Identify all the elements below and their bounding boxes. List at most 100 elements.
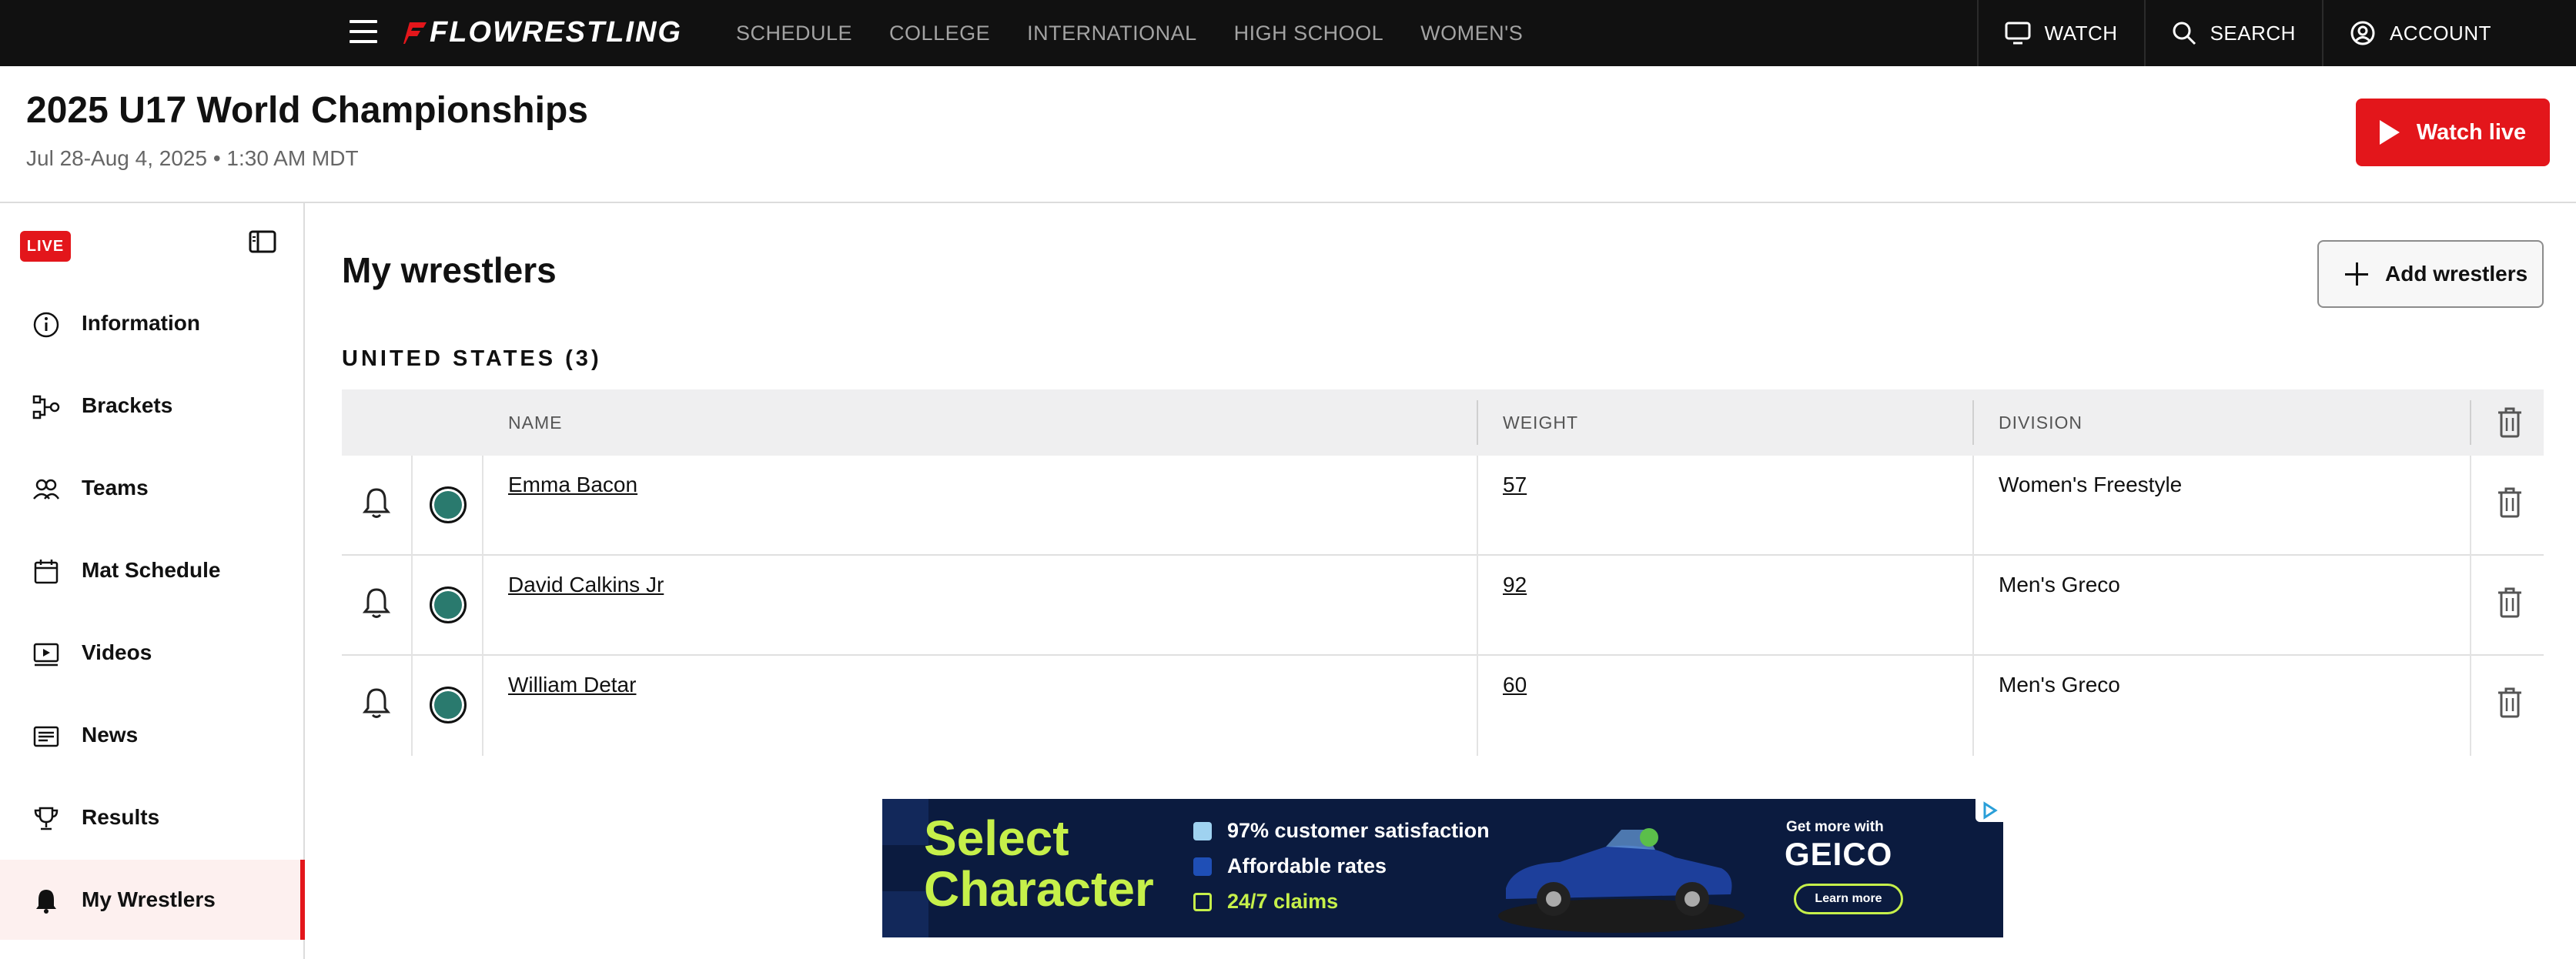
status-dot	[430, 687, 467, 723]
info-icon	[33, 312, 59, 338]
trophy-icon	[34, 807, 59, 830]
event-header: 2025 U17 World Championships Jul 28-Aug …	[0, 66, 2576, 203]
ad-choices-icon[interactable]	[1975, 799, 2003, 822]
cell-divider	[2470, 556, 2471, 656]
add-wrestlers-button[interactable]: Add wrestlers	[2317, 240, 2544, 308]
delete-all-icon[interactable]	[2496, 406, 2524, 439]
cell-divider	[1477, 456, 1478, 556]
nav-link-womens[interactable]: WOMEN'S	[1420, 22, 1523, 45]
tv-icon	[2005, 22, 2031, 45]
column-divider	[1477, 400, 1478, 445]
cell-divider	[411, 456, 413, 556]
cell-divider	[411, 556, 413, 656]
nav-link-college[interactable]: COLLEGE	[889, 22, 990, 45]
division-text: Men's Greco	[1999, 673, 2120, 697]
brackets-icon	[32, 395, 60, 419]
page-title: My wrestlers	[342, 250, 557, 290]
status-dot	[430, 586, 467, 623]
sidebar-item-brackets[interactable]: Brackets	[0, 366, 303, 446]
sidebar-item-mat-schedule[interactable]: Mat Schedule	[0, 530, 303, 610]
table-row: David Calkins Jr 92 Men's Greco	[342, 556, 2544, 656]
ad-decoration	[882, 891, 928, 937]
table-row: William Detar 60 Men's Greco	[342, 656, 2544, 756]
nav-link-schedule[interactable]: SCHEDULE	[736, 22, 852, 45]
bell-icon[interactable]	[360, 486, 393, 520]
sidebar-item-label: My Wrestlers	[82, 887, 216, 911]
menu-icon[interactable]	[348, 20, 379, 46]
weight-link[interactable]: 57	[1503, 473, 1527, 497]
sidebar-item-information[interactable]: Information	[0, 283, 303, 363]
event-title: 2025 U17 World Championships	[26, 90, 588, 131]
cell-divider	[1972, 656, 1974, 756]
account-button[interactable]: ACCOUNT	[2321, 0, 2576, 66]
flowrestling-logo[interactable]: FLOWRESTLING	[403, 11, 682, 54]
video-icon	[33, 643, 59, 667]
column-divider	[1972, 400, 1974, 445]
live-badge: LIVE	[20, 231, 71, 262]
plus-icon	[2345, 262, 2368, 286]
cell-divider	[1477, 656, 1478, 756]
nav-link-high-school[interactable]: HIGH SCHOOL	[1234, 22, 1384, 45]
account-label: ACCOUNT	[2389, 21, 2491, 45]
top-navigation: FLOWRESTLING SCHEDULE COLLEGE INTERNATIO…	[0, 0, 2576, 66]
calendar-icon	[34, 560, 59, 584]
stopwatch-icon	[1193, 892, 1212, 911]
news-icon	[33, 726, 59, 747]
column-divider	[2470, 400, 2471, 445]
ad-bullet: Affordable rates	[1193, 854, 1387, 878]
ad-bullet-text: Affordable rates	[1227, 854, 1387, 877]
sidebar-item-label: Brackets	[82, 393, 173, 417]
weight-link[interactable]: 92	[1503, 573, 1527, 597]
car-illustration	[1498, 828, 1745, 933]
sidebar-item-label: Results	[82, 805, 160, 829]
trash-icon[interactable]	[2496, 687, 2524, 719]
flo-logo-mark-icon	[403, 22, 427, 44]
wrestler-name-link[interactable]: David Calkins Jr	[508, 573, 664, 597]
bell-icon[interactable]	[360, 687, 393, 720]
table-header: NAME WEIGHT DIVISION	[342, 389, 2544, 456]
ad-banner[interactable]: Select Character 97% customer satisfacti…	[882, 799, 2003, 937]
country-heading: UNITED STATES (3)	[342, 346, 602, 371]
search-label: SEARCH	[2210, 21, 2296, 45]
ad-headline-line-1: Select	[924, 810, 1069, 866]
main-nav-links: SCHEDULE COLLEGE INTERNATIONAL HIGH SCHO…	[736, 0, 1560, 66]
cell-divider	[482, 456, 483, 556]
sidebar-item-videos[interactable]: Videos	[0, 613, 303, 693]
watch-live-button[interactable]: Watch live	[2356, 99, 2550, 166]
collapse-sidebar-icon[interactable]	[248, 229, 277, 254]
cell-divider	[482, 556, 483, 656]
bell-icon[interactable]	[360, 586, 393, 620]
watch-live-label: Watch live	[2416, 119, 2527, 145]
ad-bullet-text: 24/7 claims	[1227, 890, 1339, 913]
bell-filled-icon	[36, 890, 56, 914]
geico-logo: GEICO	[1785, 836, 1893, 872]
search-button[interactable]: SEARCH	[2143, 0, 2322, 66]
ad-tagline: Get more with	[1786, 819, 1884, 835]
event-sidebar: LIVE Information Brackets Teams Mat Sche…	[0, 203, 305, 959]
search-icon	[2173, 22, 2196, 45]
sidebar-item-results[interactable]: Results	[0, 777, 303, 857]
sidebar-item-news[interactable]: News	[0, 695, 303, 775]
sidebar-item-label: News	[82, 723, 139, 747]
nav-actions: WATCH SEARCH ACCOUNT	[1976, 0, 2576, 66]
active-indicator	[300, 860, 305, 940]
wrestler-name-link[interactable]: William Detar	[508, 673, 636, 697]
division-text: Women's Freestyle	[1999, 473, 2183, 496]
teams-icon	[33, 479, 60, 500]
sidebar-item-my-wrestlers[interactable]: My Wrestlers	[0, 860, 305, 940]
watch-button[interactable]: WATCH	[1976, 0, 2144, 66]
sidebar-item-label: Teams	[82, 476, 149, 500]
sidebar-item-teams[interactable]: Teams	[0, 448, 303, 528]
logo-text: FLOWRESTLING	[430, 15, 682, 48]
nav-link-international[interactable]: INTERNATIONAL	[1027, 22, 1197, 45]
weight-link[interactable]: 60	[1503, 673, 1527, 697]
column-header-name[interactable]: NAME	[508, 389, 562, 456]
add-wrestlers-label: Add wrestlers	[2385, 262, 2528, 286]
trash-icon[interactable]	[2496, 486, 2524, 519]
column-header-division[interactable]: DIVISION	[1999, 389, 2083, 456]
wrestler-name-link[interactable]: Emma Bacon	[508, 473, 637, 497]
column-header-weight[interactable]: WEIGHT	[1503, 389, 1578, 456]
trash-icon[interactable]	[2496, 586, 2524, 619]
learn-more-button[interactable]: Learn more	[1794, 884, 1903, 914]
play-icon	[2379, 120, 2400, 145]
